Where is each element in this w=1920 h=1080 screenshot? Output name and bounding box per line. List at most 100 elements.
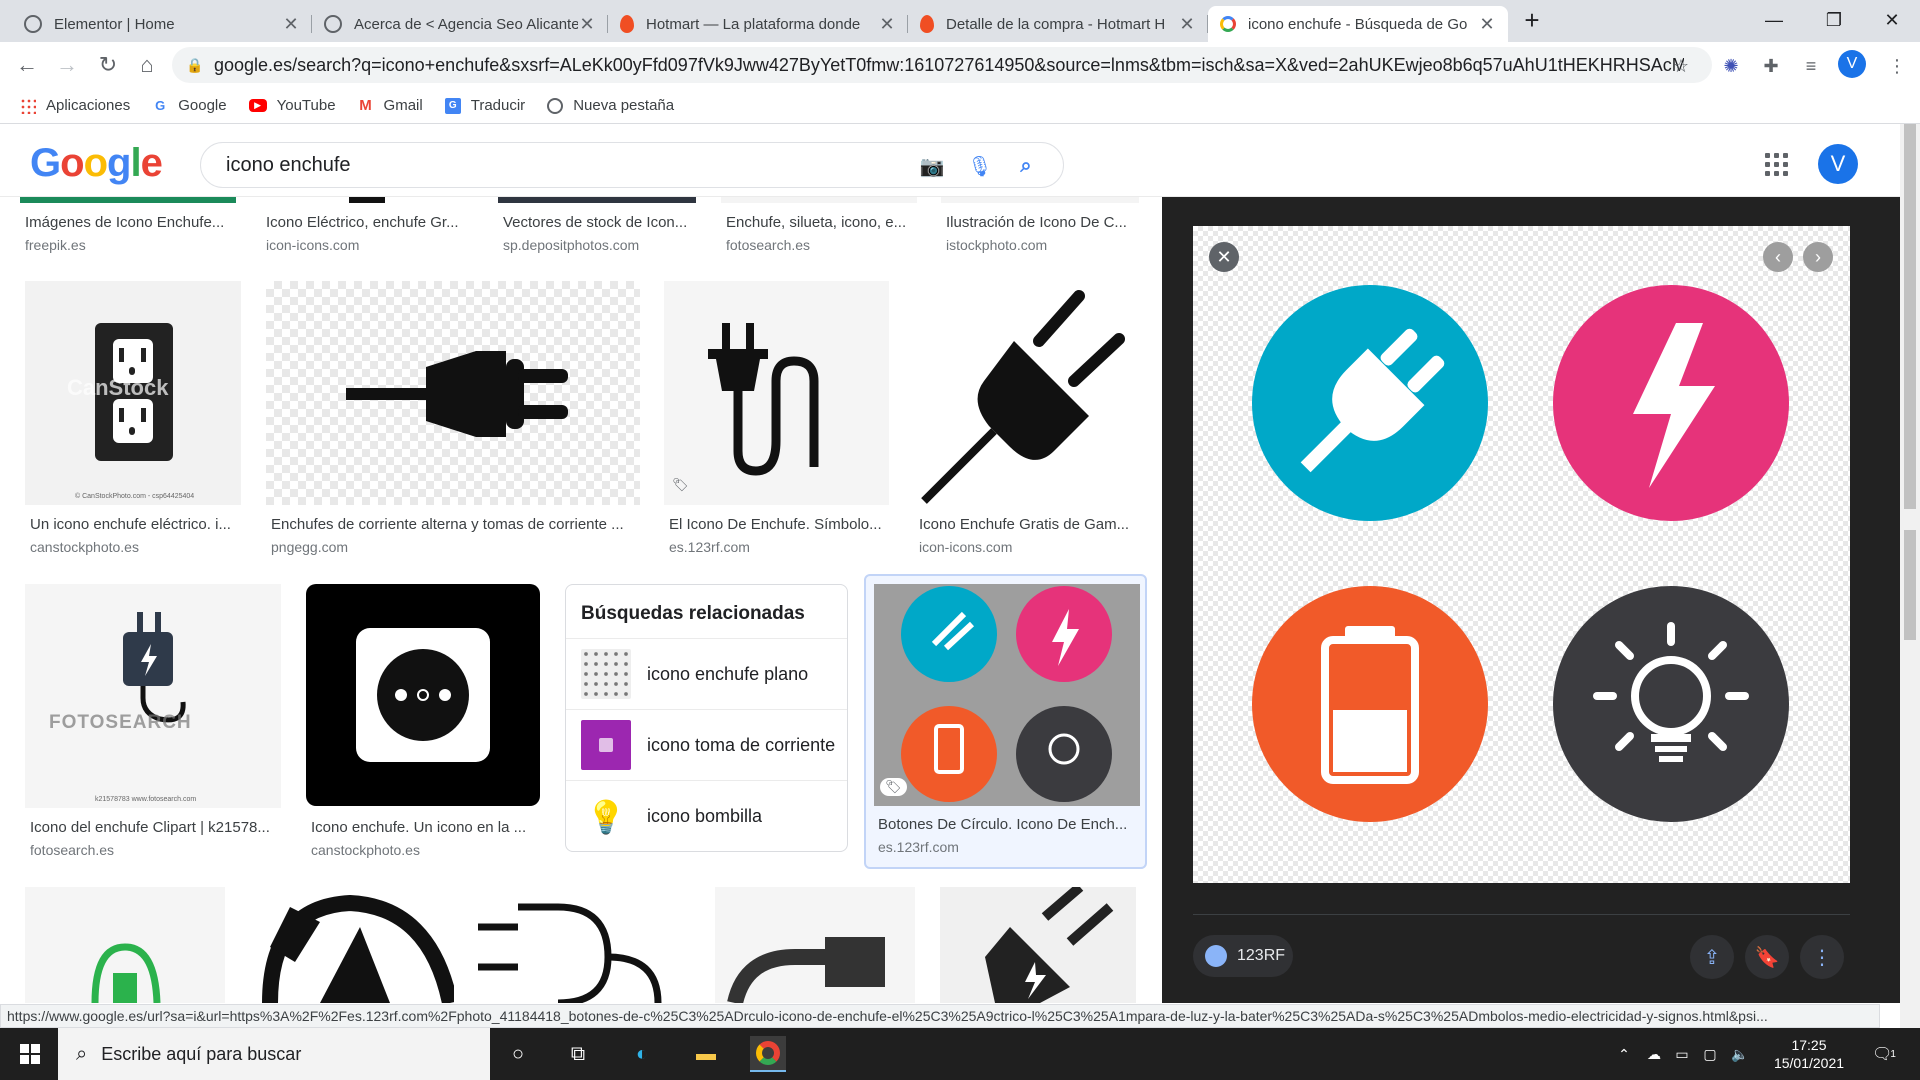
google-logo[interactable]: Google bbox=[30, 141, 163, 186]
result-source[interactable]: icon-icons.com bbox=[919, 539, 1138, 555]
result-thumbnail[interactable]: FOTOSEARCH k21578783 www.fotosearch.com bbox=[25, 584, 281, 808]
result-card[interactable]: Enchufes de corriente alterna y tomas de… bbox=[266, 281, 640, 571]
puzzle-icon[interactable]: ✚ bbox=[1758, 53, 1784, 79]
result-title[interactable]: El Icono De Enchufe. Símbolo... bbox=[669, 516, 888, 533]
result-source[interactable]: es.123rf.com bbox=[878, 839, 1138, 855]
scrollbar-thumb[interactable] bbox=[1904, 124, 1916, 509]
result-title[interactable]: Icono Eléctrico, enchufe Gr... bbox=[266, 214, 471, 231]
result-thumbnail[interactable] bbox=[349, 197, 385, 203]
more-options-button[interactable]: ⋮ bbox=[1800, 935, 1844, 979]
address-bar[interactable]: 🔒 google.es/search?q=icono+enchufe&sxsrf… bbox=[172, 47, 1712, 83]
result-title[interactable]: Vectores de stock de Icon... bbox=[503, 214, 697, 231]
save-button[interactable]: 🔖 bbox=[1745, 935, 1789, 979]
home-button[interactable]: ⌂ bbox=[132, 50, 162, 80]
result-card[interactable] bbox=[250, 887, 458, 1003]
vertical-scrollbar[interactable] bbox=[1900, 124, 1920, 1028]
microphone-icon[interactable]: 🎙 bbox=[966, 152, 994, 180]
forward-button[interactable]: → bbox=[52, 50, 82, 80]
result-title[interactable]: Botones De Círculo. Icono De Ench... bbox=[878, 816, 1138, 833]
related-search-item[interactable]: 💡 icono bombilla bbox=[566, 781, 847, 852]
result-title[interactable]: Ilustración de Icono De C... bbox=[946, 214, 1140, 231]
result-thumbnail[interactable]: 🏷 bbox=[874, 584, 1140, 806]
source-site-chip[interactable]: 123RF bbox=[1193, 935, 1293, 977]
result-thumbnail[interactable] bbox=[20, 197, 236, 203]
close-icon[interactable]: ✕ bbox=[878, 14, 896, 35]
result-card[interactable]: CanStock © CanStockPhoto.com - csp644254… bbox=[25, 281, 241, 571]
result-title[interactable]: Icono enchufe. Un icono en la ... bbox=[311, 819, 539, 836]
volume-icon[interactable]: 🔈 bbox=[1722, 1036, 1758, 1072]
camera-icon[interactable]: 📷 bbox=[918, 152, 946, 180]
result-title[interactable]: Enchufes de corriente alterna y tomas de… bbox=[271, 516, 639, 533]
task-view-icon[interactable]: ⧉ bbox=[560, 1036, 596, 1072]
result-card[interactable] bbox=[715, 887, 915, 1003]
result-card[interactable]: FOTOSEARCH k21578783 www.fotosearch.com … bbox=[25, 584, 281, 874]
result-source[interactable]: canstockphoto.es bbox=[311, 842, 539, 858]
reload-button[interactable]: ↻ bbox=[93, 50, 123, 80]
scrollbar-thumb[interactable] bbox=[1904, 530, 1916, 640]
tab-elementor[interactable]: Elementor | Home ✕ bbox=[12, 6, 312, 42]
cortana-icon[interactable]: ○ bbox=[500, 1036, 536, 1072]
result-source[interactable]: sp.depositphotos.com bbox=[503, 237, 697, 253]
result-card[interactable]: Icono enchufe. Un icono en la ... cansto… bbox=[306, 584, 540, 874]
result-thumbnail[interactable] bbox=[914, 281, 1139, 505]
result-thumbnail[interactable] bbox=[306, 584, 540, 806]
taskbar-search-box[interactable]: ⌕ Escribe aquí para buscar bbox=[58, 1028, 490, 1080]
result-card[interactable]: Icono Eléctrico, enchufe Gr... icon-icon… bbox=[261, 197, 474, 257]
related-search-item[interactable]: icono toma de corriente bbox=[566, 710, 847, 781]
tab-agencia-seo[interactable]: Acerca de < Agencia Seo Alicante ✕ bbox=[312, 6, 608, 42]
search-icon[interactable]: ⌕ bbox=[1012, 152, 1040, 180]
edge-icon[interactable]: ◐ bbox=[624, 1036, 660, 1072]
result-card[interactable] bbox=[25, 887, 225, 1003]
result-thumbnail[interactable] bbox=[266, 281, 640, 505]
result-source[interactable]: fotosearch.es bbox=[726, 237, 916, 253]
bookmark-star-icon[interactable]: ☆ bbox=[1668, 53, 1694, 79]
related-search-item[interactable]: icono enchufe plano bbox=[566, 639, 847, 710]
result-card[interactable]: 🏷 El Icono De Enchufe. Símbolo... es.123… bbox=[664, 281, 889, 571]
close-icon[interactable]: ✕ bbox=[1478, 14, 1496, 35]
previous-image-button[interactable]: ‹ bbox=[1763, 242, 1793, 272]
result-source[interactable]: icon-icons.com bbox=[266, 237, 471, 253]
result-card[interactable]: Ilustración de Icono De C... istockphoto… bbox=[941, 197, 1139, 257]
result-source[interactable]: freepik.es bbox=[25, 237, 235, 253]
result-thumbnail[interactable]: 🏷 bbox=[664, 281, 889, 505]
result-title[interactable]: Icono Enchufe Gratis de Gam... bbox=[919, 516, 1138, 533]
extension-icon[interactable]: ✺ bbox=[1718, 53, 1744, 79]
next-image-button[interactable]: › bbox=[1803, 242, 1833, 272]
close-window-button[interactable]: ✕ bbox=[1862, 0, 1920, 40]
chrome-menu-icon[interactable]: ⋮ bbox=[1884, 53, 1910, 79]
bookmark-nueva-pestana[interactable]: Nueva pestaña bbox=[547, 97, 674, 114]
tab-hotmart[interactable]: Hotmart — La plataforma donde ✕ bbox=[608, 6, 908, 42]
result-source[interactable]: istockphoto.com bbox=[946, 237, 1140, 253]
result-card[interactable] bbox=[940, 883, 1136, 1003]
share-button[interactable]: ⇪ bbox=[1690, 935, 1734, 979]
minimize-button[interactable]: — bbox=[1744, 0, 1804, 40]
result-thumbnail[interactable] bbox=[498, 197, 696, 203]
new-tab-button[interactable]: + bbox=[1502, 0, 1562, 40]
result-title[interactable]: Un icono enchufe eléctrico. i... bbox=[30, 516, 240, 533]
result-card[interactable]: Enchufe, silueta, icono, e... fotosearch… bbox=[721, 197, 917, 257]
close-icon[interactable]: ✕ bbox=[1178, 14, 1196, 35]
close-icon[interactable]: ✕ bbox=[578, 14, 596, 35]
result-source[interactable]: pngegg.com bbox=[271, 539, 639, 555]
result-source[interactable]: es.123rf.com bbox=[669, 539, 888, 555]
bookmark-google[interactable]: G Google bbox=[152, 97, 226, 114]
result-card[interactable]: Imágenes de Icono Enchufe... freepik.es bbox=[20, 197, 236, 257]
tab-google-search[interactable]: icono enchufe - Búsqueda de Go ✕ bbox=[1208, 6, 1508, 42]
result-source[interactable]: fotosearch.es bbox=[30, 842, 280, 858]
windows-start-icon[interactable] bbox=[12, 1036, 48, 1072]
profile-avatar[interactable]: V bbox=[1838, 50, 1866, 78]
result-thumbnail[interactable]: CanStock © CanStockPhoto.com - csp644254… bbox=[25, 281, 241, 505]
result-card-selected[interactable]: 🏷 Botones De Círculo. Icono De Ench... e… bbox=[864, 574, 1147, 869]
back-button[interactable]: ← bbox=[12, 50, 42, 80]
result-title[interactable]: Enchufe, silueta, icono, e... bbox=[726, 214, 916, 231]
tab-hotmart-detalle[interactable]: Detalle de la compra - Hotmart H ✕ bbox=[908, 6, 1208, 42]
bookmark-youtube[interactable]: ▶ YouTube bbox=[248, 97, 336, 114]
account-avatar[interactable]: V bbox=[1818, 144, 1858, 184]
result-thumbnail[interactable] bbox=[721, 197, 917, 203]
result-card[interactable]: Vectores de stock de Icon... sp.depositp… bbox=[498, 197, 696, 257]
preview-image[interactable] bbox=[1193, 226, 1850, 883]
result-title[interactable]: Imágenes de Icono Enchufe... bbox=[25, 214, 235, 231]
bookmark-traducir[interactable]: G Traducir bbox=[444, 97, 525, 114]
taskbar-clock[interactable]: 17:25 15/01/2021 bbox=[1766, 1036, 1852, 1072]
close-icon[interactable]: ✕ bbox=[282, 14, 300, 35]
